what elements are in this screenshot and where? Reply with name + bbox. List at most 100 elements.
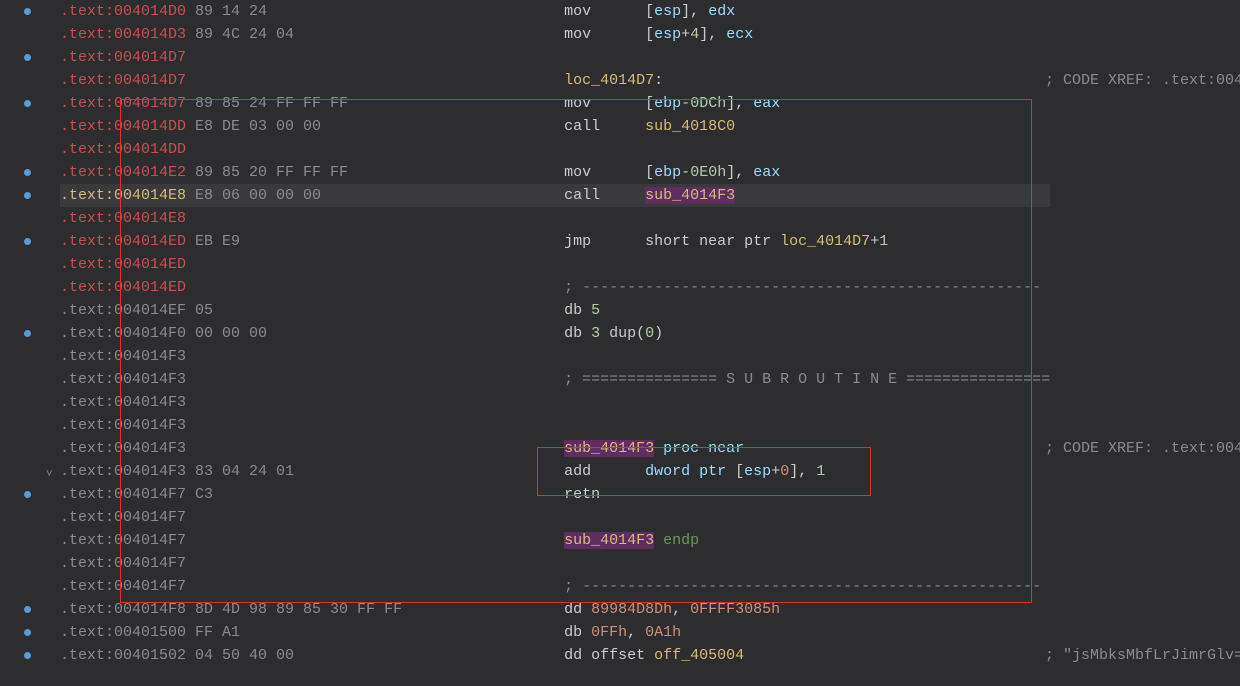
hex-bytes: EB E9 — [186, 233, 438, 250]
asm-line[interactable]: .text:004014F3 — [60, 391, 1050, 414]
gutter: ˅ — [0, 0, 55, 686]
disassembly-listing: .text:004014D0 89 14 24 mov [esp], edx.t… — [60, 0, 1050, 667]
asm-line[interactable]: .text:004014F7 — [60, 552, 1050, 575]
hex-bytes: 83 04 24 01 — [186, 463, 438, 480]
hex-bytes — [186, 440, 438, 457]
asm-line[interactable]: .text:004014F7 — [60, 506, 1050, 529]
hex-bytes: E8 06 00 00 00 — [186, 187, 438, 204]
hex-bytes: C3 — [186, 486, 438, 503]
address: .text:004014D7 — [60, 95, 186, 112]
hex-bytes — [186, 72, 438, 89]
breakpoint-dot[interactable] — [24, 238, 31, 245]
address: .text:004014F7 — [60, 578, 186, 595]
hex-bytes: 00 00 00 — [186, 325, 438, 342]
asm-line[interactable]: .text:004014D7 loc_4014D7: — [60, 69, 1050, 92]
xref-comment: ; CODE XREF: .text:0040 — [1045, 437, 1240, 460]
address: .text:004014ED — [60, 233, 186, 250]
hex-bytes — [186, 578, 438, 595]
asm-line[interactable]: .text:004014ED ; -----------------------… — [60, 276, 1050, 299]
hex-bytes — [186, 49, 438, 66]
hex-bytes: FF A1 — [186, 624, 438, 641]
asm-line[interactable]: .text:004014DD E8 DE 03 00 00 call sub_4… — [60, 115, 1050, 138]
asm-line[interactable]: .text:004014DD — [60, 138, 1050, 161]
address: .text:004014ED — [60, 256, 186, 273]
hex-bytes — [186, 394, 438, 411]
address: .text:004014D0 — [60, 3, 186, 20]
hex-bytes: 04 50 40 00 — [186, 647, 438, 664]
address: .text:004014F3 — [60, 440, 186, 457]
hex-bytes — [186, 256, 438, 273]
asm-line[interactable]: .text:004014D3 89 4C 24 04 mov [esp+4], … — [60, 23, 1050, 46]
address: .text:004014DD — [60, 118, 186, 135]
xref-comment: ; CODE XREF: .text:0040 — [1045, 69, 1240, 92]
asm-line[interactable]: .text:00401502 04 50 40 00 dd offset off… — [60, 644, 1050, 667]
hex-bytes — [186, 371, 438, 388]
hex-bytes — [186, 279, 438, 296]
breakpoint-dot[interactable] — [24, 606, 31, 613]
hex-bytes — [186, 509, 438, 526]
address: .text:004014D3 — [60, 26, 186, 43]
asm-line[interactable]: .text:004014ED EB E9 jmp short near ptr … — [60, 230, 1050, 253]
asm-line[interactable]: .text:004014ED — [60, 253, 1050, 276]
hex-bytes: 05 — [186, 302, 438, 319]
asm-line[interactable]: .text:004014E2 89 85 20 FF FF FF mov [eb… — [60, 161, 1050, 184]
hex-bytes: E8 DE 03 00 00 — [186, 118, 438, 135]
address: .text:004014F3 — [60, 417, 186, 434]
asm-line[interactable]: .text:004014F7 C3 retn — [60, 483, 1050, 506]
address: .text:004014EF — [60, 302, 186, 319]
asm-line[interactable]: .text:004014F8 8D 4D 98 89 85 30 FF FF d… — [60, 598, 1050, 621]
breakpoint-dot[interactable] — [24, 100, 31, 107]
asm-line[interactable]: .text:00401500 FF A1 db 0FFh, 0A1h — [60, 621, 1050, 644]
breakpoint-dot[interactable] — [24, 491, 31, 498]
address: .text:004014F8 — [60, 601, 186, 618]
breakpoint-dot[interactable] — [24, 54, 31, 61]
breakpoint-dot[interactable] — [24, 192, 31, 199]
breakpoint-dot[interactable] — [24, 169, 31, 176]
address: .text:004014F3 — [60, 348, 186, 365]
hex-bytes: 89 85 24 FF FF FF — [186, 95, 438, 112]
asm-line[interactable]: .text:004014F7 sub_4014F3 endp — [60, 529, 1050, 552]
address: .text:00401500 — [60, 624, 186, 641]
asm-line[interactable]: .text:004014EF 05 db 5 — [60, 299, 1050, 322]
address: .text:004014E8 — [60, 187, 186, 204]
address: .text:004014D7 — [60, 49, 186, 66]
address: .text:004014F7 — [60, 532, 186, 549]
breakpoint-dot[interactable] — [24, 8, 31, 15]
asm-line[interactable]: .text:004014F3 sub_4014F3 proc near — [60, 437, 1050, 460]
hex-bytes — [186, 555, 438, 572]
hex-bytes: 89 4C 24 04 — [186, 26, 438, 43]
breakpoint-dot[interactable] — [24, 629, 31, 636]
asm-line[interactable]: .text:004014F7 ; -----------------------… — [60, 575, 1050, 598]
asm-line[interactable]: .text:004014F3 83 04 24 01 add dword ptr… — [60, 460, 1050, 483]
hex-bytes: 89 85 20 FF FF FF — [186, 164, 438, 181]
hex-bytes: 8D 4D 98 89 85 30 FF FF — [186, 601, 438, 618]
address: .text:004014F3 — [60, 463, 186, 480]
hex-bytes — [186, 417, 438, 434]
address: .text:004014F7 — [60, 486, 186, 503]
hex-bytes: 89 14 24 — [186, 3, 438, 20]
asm-line[interactable]: .text:004014E8 — [60, 207, 1050, 230]
hex-bytes — [186, 210, 438, 227]
asm-line[interactable]: .text:004014D7 89 85 24 FF FF FF mov [eb… — [60, 92, 1050, 115]
hex-bytes — [186, 532, 438, 549]
address: .text:004014E2 — [60, 164, 186, 181]
asm-line[interactable]: .text:004014D7 — [60, 46, 1050, 69]
asm-line[interactable]: .text:004014F3 — [60, 414, 1050, 437]
asm-line[interactable]: .text:004014E8 E8 06 00 00 00 call sub_4… — [60, 184, 1050, 207]
address: .text:004014F0 — [60, 325, 186, 342]
hex-bytes — [186, 348, 438, 365]
asm-line[interactable]: .text:004014F0 00 00 00 db 3 dup(0) — [60, 322, 1050, 345]
hex-bytes — [186, 141, 438, 158]
address: .text:004014E8 — [60, 210, 186, 227]
address: .text:00401502 — [60, 647, 186, 664]
asm-line[interactable]: .text:004014D0 89 14 24 mov [esp], edx — [60, 0, 1050, 23]
address: .text:004014F3 — [60, 371, 186, 388]
asm-line[interactable]: .text:004014F3 — [60, 345, 1050, 368]
chevron-down-icon: ˅ — [46, 464, 53, 487]
breakpoint-dot[interactable] — [24, 652, 31, 659]
xref-comment: ; "jsMbksMbfLrJimrGlv== — [1045, 644, 1240, 667]
address: .text:004014F3 — [60, 394, 186, 411]
breakpoint-dot[interactable] — [24, 330, 31, 337]
asm-line[interactable]: .text:004014F3 ; =============== S U B R… — [60, 368, 1050, 391]
address: .text:004014D7 — [60, 72, 186, 89]
